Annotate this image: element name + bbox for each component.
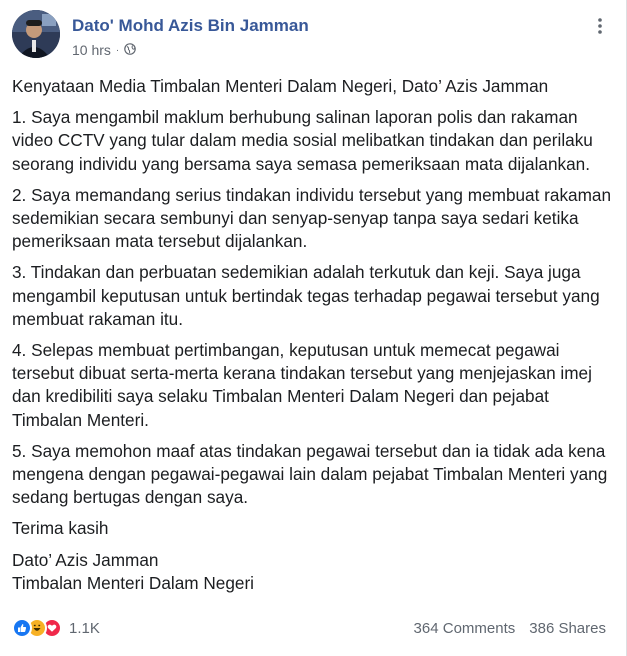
signature-title: Timbalan Menteri Dalam Negeri	[12, 572, 254, 593]
avatar-photo-icon	[12, 10, 60, 58]
post-paragraph-1: 1. Saya mengambil maklum berhubung salin…	[12, 107, 593, 174]
author-name-link[interactable]: Dato' Mohd Azis Bin Jamman	[72, 16, 309, 36]
author-avatar[interactable]	[12, 10, 60, 58]
post-timestamp[interactable]: 10 hrs	[72, 42, 111, 58]
comments-count-link[interactable]: 364 Comments	[414, 620, 516, 637]
more-options-icon[interactable]	[590, 16, 610, 36]
post-paragraph-2: 2. Saya memandang serius tindakan indivi…	[12, 184, 612, 252]
meta-separator: ·	[115, 44, 120, 56]
signature-name: Dato’ Azis Jamman	[12, 549, 159, 570]
post-closing: Terima kasih	[12, 518, 109, 539]
engagement-stats: 364 Comments 386 Shares	[414, 620, 606, 637]
post-paragraph-3: 3. Tindakan dan perbuatan sedemikian ada…	[12, 262, 600, 329]
like-icon	[12, 618, 32, 638]
globe-icon[interactable]	[124, 42, 137, 58]
facebook-post-card: Dato' Mohd Azis Bin Jamman 10 hrs · Keny…	[0, 0, 627, 656]
reactions-summary[interactable]: 1.1K	[12, 618, 100, 638]
post-body: Kenyataan Media Timbalan Menteri Dalam N…	[12, 75, 612, 595]
post-footer: 1.1K 364 Comments 386 Shares	[12, 618, 608, 644]
post-meta: 10 hrs ·	[72, 42, 137, 58]
post-paragraph-5: 5. Saya memohon maaf atas tindakan pegaw…	[12, 440, 608, 508]
post-header: Dato' Mohd Azis Bin Jamman 10 hrs ·	[12, 10, 612, 62]
shares-count-link[interactable]: 386 Shares	[529, 620, 606, 637]
post-paragraph-heading: Kenyataan Media Timbalan Menteri Dalam N…	[12, 76, 549, 96]
reaction-count[interactable]: 1.1K	[69, 620, 100, 637]
post-paragraph-4: 4. Selepas membuat pertimbangan, keputus…	[12, 340, 592, 430]
